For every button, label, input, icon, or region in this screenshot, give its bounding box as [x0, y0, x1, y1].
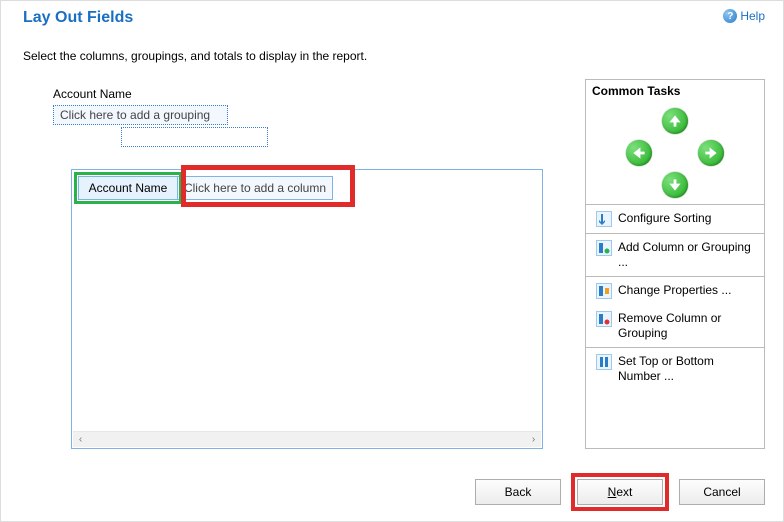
add-column-placeholder[interactable]: Click here to add a column: [178, 176, 333, 200]
task-set-top-or-bottom-number[interactable]: Set Top or Bottom Number ...: [586, 348, 764, 390]
common-tasks-panel: Common Tasks Configure Sorting Add Colum…: [585, 79, 765, 449]
arrow-right-icon: [704, 146, 718, 160]
task-label: Change Properties ...: [618, 283, 758, 298]
task-change-properties[interactable]: Change Properties ...: [586, 277, 764, 305]
help-icon: ?: [723, 9, 737, 23]
properties-icon: [596, 283, 612, 299]
task-label: Add Column or Grouping ...: [618, 240, 758, 270]
horizontal-scrollbar[interactable]: ‹ ›: [73, 431, 541, 447]
add-column-icon: [596, 240, 612, 256]
report-layout-area[interactable]: Account Name Click here to add a column …: [71, 169, 543, 449]
sort-icon: [596, 211, 612, 227]
next-rest: ext: [616, 485, 632, 499]
scroll-left-arrow-icon[interactable]: ‹: [73, 432, 88, 447]
move-left-button[interactable]: [626, 140, 652, 166]
cancel-button[interactable]: Cancel: [679, 479, 765, 505]
add-grouping-placeholder[interactable]: Click here to add a grouping: [53, 105, 228, 125]
page-title: Lay Out Fields: [23, 9, 133, 27]
task-configure-sorting[interactable]: Configure Sorting: [586, 205, 764, 233]
instruction-text: Select the columns, groupings, and total…: [1, 27, 783, 63]
grouping-subrow-placeholder[interactable]: [121, 127, 268, 147]
highlight-red-next-button: Next: [571, 473, 669, 511]
task-label: Remove Column or Grouping: [618, 311, 758, 341]
task-add-column-or-grouping[interactable]: Add Column or Grouping ...: [586, 234, 764, 276]
task-label: Configure Sorting: [618, 211, 758, 226]
move-right-button[interactable]: [698, 140, 724, 166]
next-button[interactable]: Next: [577, 479, 663, 505]
remove-column-icon: [596, 311, 612, 327]
move-up-button[interactable]: [662, 108, 688, 134]
task-label: Set Top or Bottom Number ...: [618, 354, 758, 384]
arrow-down-icon: [668, 178, 682, 192]
arrow-left-icon: [632, 146, 646, 160]
help-link[interactable]: ? Help: [723, 9, 765, 23]
grouping-field-label: Account Name: [53, 87, 565, 101]
task-remove-column-or-grouping[interactable]: Remove Column or Grouping: [586, 305, 764, 347]
common-tasks-title: Common Tasks: [586, 80, 764, 102]
back-button[interactable]: Back: [475, 479, 561, 505]
column-header-account-name[interactable]: Account Name: [78, 176, 178, 200]
move-down-button[interactable]: [662, 172, 688, 198]
help-label: Help: [740, 9, 765, 23]
arrow-up-icon: [668, 114, 682, 128]
scroll-right-arrow-icon[interactable]: ›: [526, 432, 541, 447]
top-bottom-icon: [596, 354, 612, 370]
